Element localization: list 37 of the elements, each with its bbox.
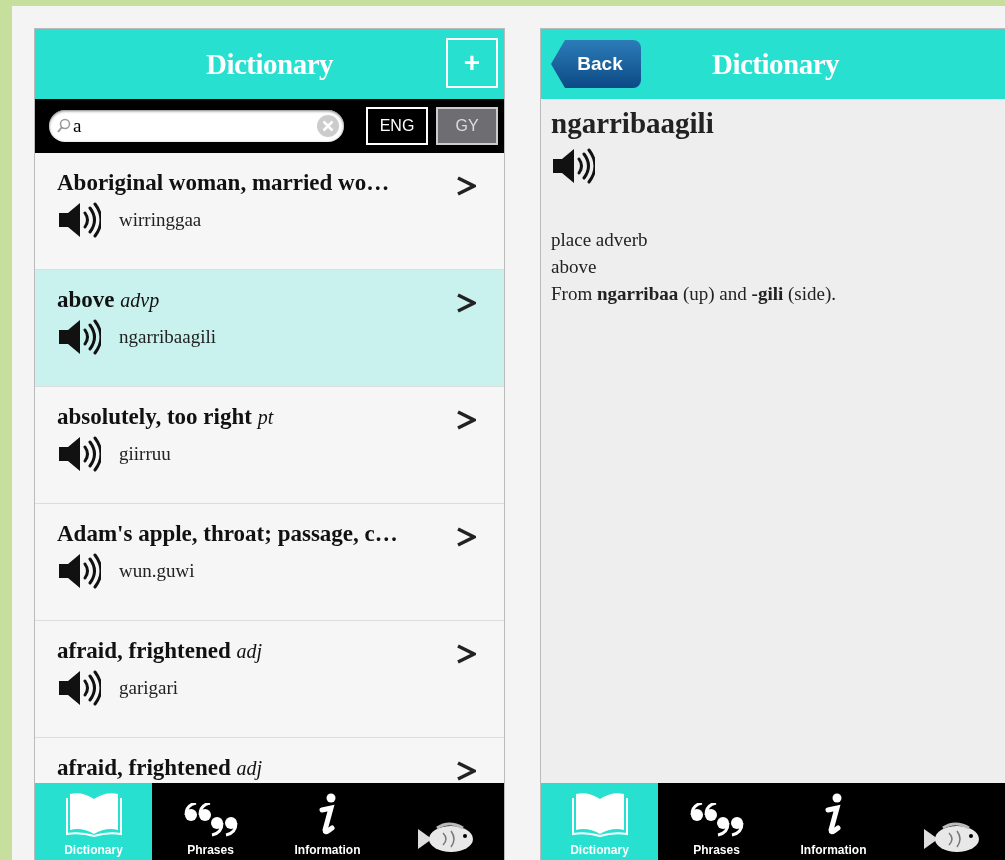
list-row[interactable]: Adam's apple, throat; passage, c… wun.guwi xyxy=(35,504,504,621)
screen-title: Dictionary xyxy=(711,47,840,81)
entry-headword: ngarribaagili xyxy=(551,107,715,140)
screen-title: Dictionary xyxy=(205,47,334,81)
speaker-icon[interactable] xyxy=(57,551,101,591)
speaker-icon[interactable] xyxy=(57,317,101,357)
entry-headword: afraid, frightened adj xyxy=(57,755,263,781)
book-icon xyxy=(569,791,630,837)
speaker-icon[interactable] xyxy=(57,200,101,240)
speaker-icon[interactable] xyxy=(57,434,101,474)
entry-headword: Aboriginal woman, married wo… xyxy=(57,170,390,196)
search-icon xyxy=(57,118,71,134)
chevron-icon xyxy=(456,760,476,783)
entry-headword: Adam's apple, throat; passage, c… xyxy=(57,521,398,547)
speaker-icon[interactable] xyxy=(551,146,595,186)
quotes-icon xyxy=(182,803,239,837)
entry-translation: wirringgaa xyxy=(119,209,202,231)
entry-translation: ngarribaagili xyxy=(119,326,217,348)
definition-line: From ngarribaa (up) and -gili (side). xyxy=(551,282,837,306)
definition-line: place adverb xyxy=(551,228,649,252)
entry-headword: absolutely, too right pt xyxy=(57,404,274,430)
back-button[interactable]: Back xyxy=(551,40,641,88)
search-field[interactable]: a xyxy=(49,110,344,142)
quotes-icon xyxy=(688,803,745,837)
list-row[interactable]: absolutely, too right pt giirruu xyxy=(35,387,504,504)
language-button[interactable]: GY xyxy=(436,107,498,145)
entry-headword: above advp xyxy=(57,287,161,313)
speaker-icon[interactable] xyxy=(57,668,101,708)
book-icon xyxy=(63,791,124,837)
definition-line: above xyxy=(551,255,598,279)
entry-translation: wun.guwi xyxy=(119,560,195,582)
list-row[interactable]: above advp ngarribaagili xyxy=(35,270,504,387)
entry-translation: garigari xyxy=(119,677,179,699)
language-button[interactable]: ENG xyxy=(366,107,428,145)
list-row[interactable]: afraid, frightened adj garigari xyxy=(35,621,504,738)
entry-translation: giirruu xyxy=(119,443,171,465)
entry-headword: afraid, frightened adj xyxy=(57,638,263,664)
